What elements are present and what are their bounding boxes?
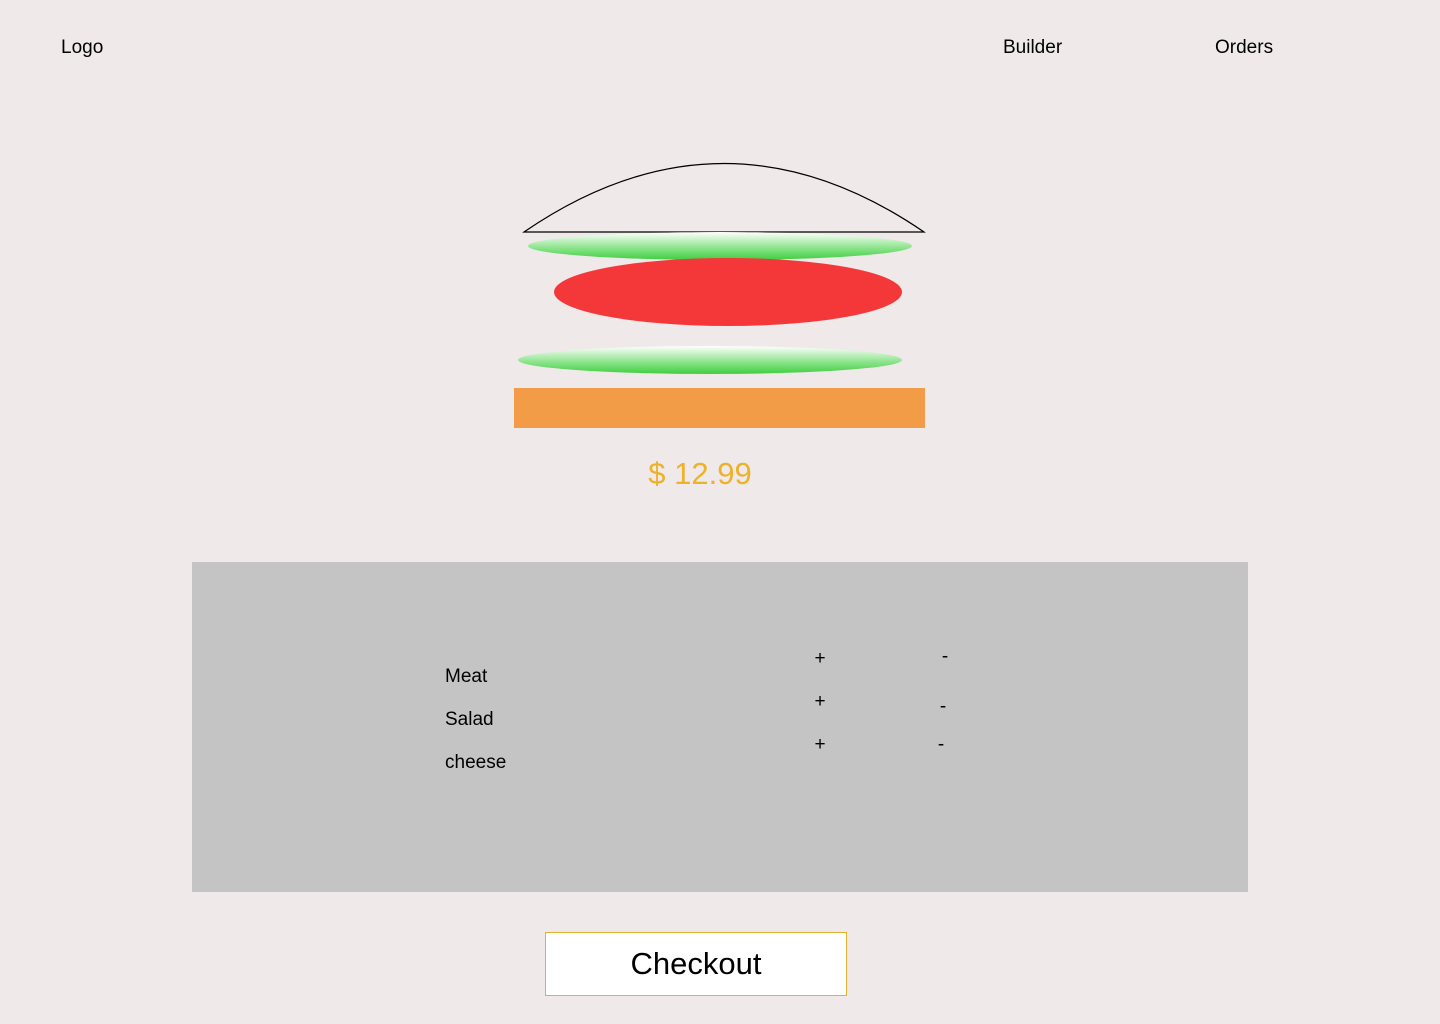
nav-builder-link[interactable]: Builder [1003,37,1062,59]
add-meat-button[interactable]: + [810,648,830,670]
burger-preview [514,162,926,428]
add-cheese-button[interactable]: + [810,734,830,756]
meat-layer [554,258,902,326]
burger-price: $ 12.99 [648,456,752,491]
logo: Logo [61,37,104,58]
ingredient-controls-panel: Meat Salad cheese + + + - - - [192,562,1248,892]
salad-layer-bottom [518,346,902,374]
bun-top [522,162,926,233]
checkout-button[interactable]: Checkout [545,932,847,996]
remove-salad-button[interactable]: - [933,696,953,718]
nav-orders-link[interactable]: Orders [1215,37,1273,59]
remove-cheese-button[interactable]: - [931,734,951,756]
add-salad-button[interactable]: + [810,691,830,713]
ingredient-label-meat: Meat [445,666,488,687]
remove-meat-button[interactable]: - [935,646,955,668]
ingredient-label-cheese: cheese [445,752,507,773]
salad-layer-top [528,232,912,260]
cheese-layer [514,388,925,428]
ingredient-label-salad: Salad [445,709,494,730]
